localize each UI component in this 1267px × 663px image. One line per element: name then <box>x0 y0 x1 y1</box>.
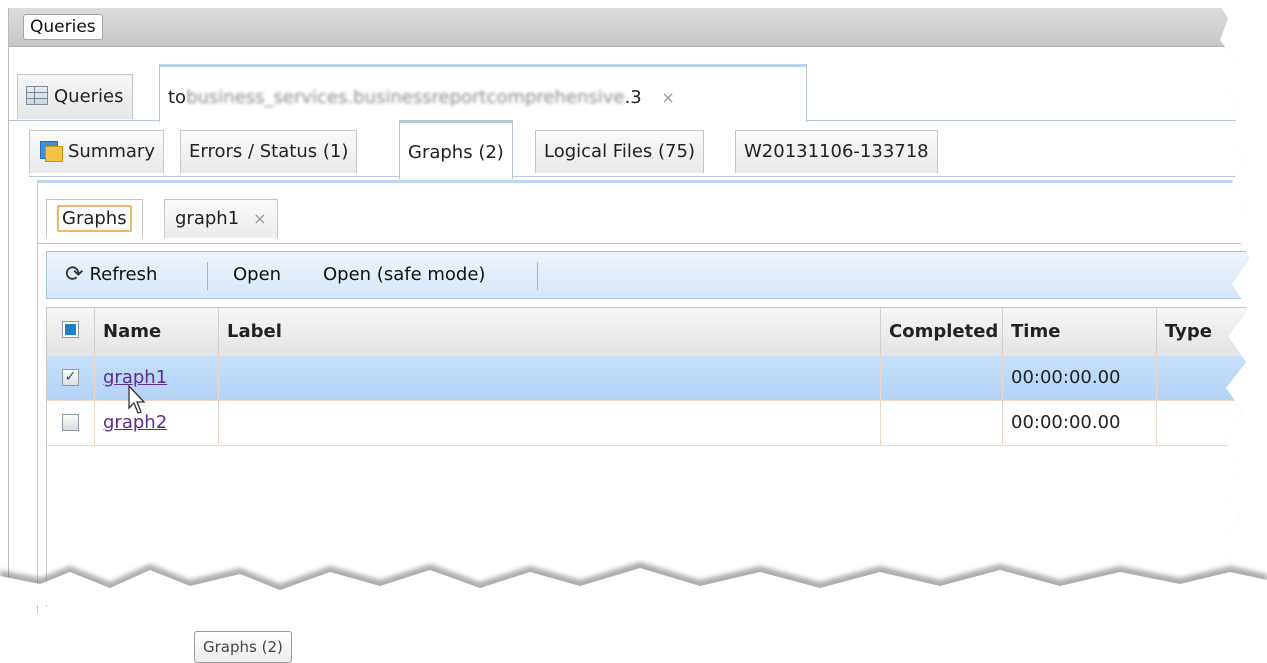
table-row[interactable]: ✓ graph1 00:00:00.00 <box>47 356 1267 401</box>
label-cell <box>219 356 881 400</box>
tab-graphs-label: Graphs (2) <box>408 142 504 163</box>
graphs-tab-strip: Graphs graph1 × <box>38 183 1267 244</box>
top-bar: Queries <box>9 8 1267 47</box>
tab-logical-files[interactable]: Logical Files (75) <box>535 130 704 173</box>
tab-summary-label: Summary <box>68 141 155 162</box>
row-checkbox[interactable] <box>62 414 79 431</box>
label-cell <box>219 401 881 445</box>
col-time[interactable]: Time <box>1003 308 1157 356</box>
tab-queries[interactable]: Queries <box>17 74 133 119</box>
graphs-toolbar: ⟳ Refresh Open Open (safe mode) <box>46 251 1267 299</box>
toolbar-divider <box>207 262 208 290</box>
tab-errors-status[interactable]: Errors / Status (1) <box>180 130 358 173</box>
tab-graph1-label: graph1 <box>175 208 240 229</box>
completed-cell <box>881 356 1003 400</box>
tab-query-workunit[interactable]: tobusiness_services.businessreportcompre… <box>159 64 807 122</box>
graphs-panel: Graphs graph1 × ⟳ Refresh Open Open (safe … <box>37 180 1267 663</box>
toolbar-divider <box>537 262 538 290</box>
type-cell <box>1157 356 1267 400</box>
col-type[interactable]: Type <box>1157 308 1267 356</box>
tab-wuid[interactable]: W20131106-133718 <box>735 130 938 173</box>
tab-graphs-list-label: Graphs <box>57 205 132 232</box>
grid-icon <box>26 86 48 105</box>
app-frame: Queries Queries tobusiness_services.busi… <box>8 8 1267 663</box>
mouse-pointer-icon <box>128 385 146 414</box>
col-completed[interactable]: Completed <box>881 308 1003 356</box>
refresh-label: Refresh <box>89 264 158 285</box>
row-select-cell <box>47 401 95 445</box>
query-tab-name-blurred: business_services.businessreportcomprehe… <box>186 87 625 108</box>
table-row[interactable]: graph2 00:00:00.00 <box>47 401 1267 446</box>
tab-graph1[interactable]: graph1 × <box>164 199 278 238</box>
col-name[interactable]: Name <box>95 308 219 356</box>
query-tab-prefix: to <box>168 87 187 108</box>
select-all-checkbox[interactable] <box>62 321 79 338</box>
queries-top-button[interactable]: Queries <box>23 14 103 40</box>
name-cell: graph2 <box>95 401 219 445</box>
open-button[interactable]: Open <box>233 252 281 298</box>
refresh-icon: ⟳ <box>65 262 84 287</box>
table-header: Name Label Completed Time Type <box>47 307 1267 357</box>
refresh-button[interactable]: ⟳ Refresh <box>65 252 157 298</box>
name-cell: graph1 <box>95 356 219 400</box>
tab-graphs[interactable]: Graphs (2) <box>399 120 513 179</box>
tooltip: Graphs (2) <box>194 631 292 663</box>
time-cell: 00:00:00.00 <box>1003 356 1157 400</box>
query-tab-suffix: .3 <box>624 87 642 108</box>
type-cell <box>1157 401 1267 445</box>
graphs-table: Name Label Completed Time Type ✓ graph1 … <box>46 307 1267 663</box>
row-select-cell: ✓ <box>47 356 95 400</box>
tab-wuid-label: W20131106-133718 <box>744 141 929 162</box>
time-cell: 00:00:00.00 <box>1003 401 1157 445</box>
tab-queries-label: Queries <box>54 86 124 107</box>
tab-logical-files-label: Logical Files (75) <box>544 141 695 162</box>
tab-errors-label: Errors / Status (1) <box>189 141 349 162</box>
tab-summary[interactable]: Summary <box>29 130 164 173</box>
col-label[interactable]: Label <box>219 308 881 356</box>
close-icon[interactable]: × <box>253 209 266 228</box>
summary-icon <box>38 139 63 162</box>
completed-cell <box>881 401 1003 445</box>
main-tab-strip: Queries tobusiness_services.businessrepo… <box>9 46 1267 122</box>
tab-graphs-list[interactable]: Graphs <box>46 199 143 238</box>
select-all-cell <box>47 308 95 356</box>
close-icon[interactable]: × <box>661 88 674 107</box>
open-safe-mode-button[interactable]: Open (safe mode) <box>323 252 485 298</box>
workunit-tab-strip: Summary Errors / Status (1) Graphs (2) L… <box>29 120 1267 179</box>
row-checkbox[interactable]: ✓ <box>62 369 79 386</box>
graph-link[interactable]: graph2 <box>103 412 167 433</box>
